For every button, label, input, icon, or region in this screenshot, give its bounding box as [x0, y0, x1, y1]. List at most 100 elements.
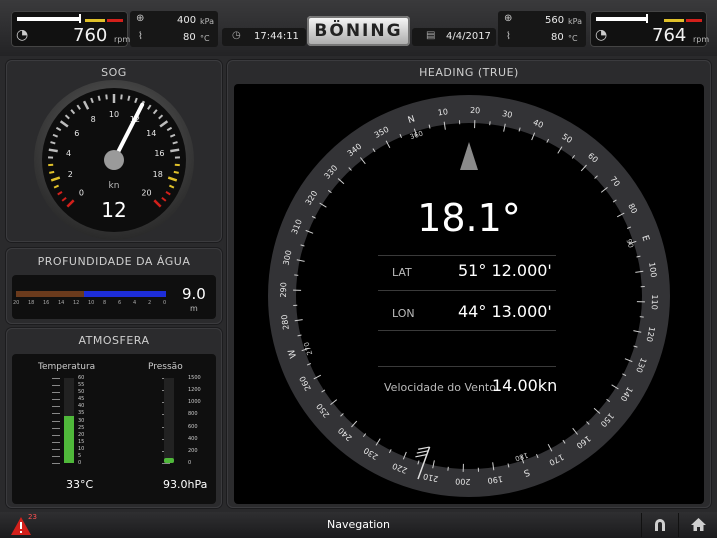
depth-gauge: 20 18 16 14 12 10 8 6 4 2 0 9.0 m [12, 275, 216, 319]
magnet-button[interactable] [641, 513, 678, 537]
sog-tick [49, 170, 55, 174]
magnet-icon [655, 519, 665, 531]
sog-tick [170, 148, 180, 153]
right-pressure-value: 560 [545, 15, 565, 26]
divider [378, 330, 556, 331]
atmosphere-title: ATMOSFERA [78, 334, 150, 347]
lon-value: 44° 13.000' [458, 302, 552, 321]
scale-label: 35 [78, 410, 85, 417]
scale-tick [52, 427, 60, 429]
sog-panel: SOG 02468101214161820 kn 12 [6, 60, 222, 242]
sog-tick-label: 8 [91, 115, 96, 124]
scale-label: 1500 [188, 375, 201, 381]
scale-label: 800 [188, 411, 198, 418]
scale-label: 1200 [188, 387, 201, 394]
clock-icon: ◷ [232, 30, 241, 41]
depth-title: PROFUNDIDADE DA ÁGUA [37, 255, 191, 268]
depth-scale-label: 6 [118, 300, 122, 306]
home-button[interactable] [678, 513, 717, 537]
depth-panel: PROFUNDIDADE DA ÁGUA 20 18 16 14 12 10 8 6 4 2 0 9… [6, 248, 222, 324]
scale-tick [52, 399, 60, 401]
sog-tick-label: 16 [154, 149, 164, 158]
oil-pressure-icon: ⊕ [504, 13, 513, 24]
temperature-label: Temperatura [38, 362, 96, 372]
right-engine-rpm-panel[interactable]: ◔ 764 rpm [590, 11, 710, 47]
scale-label: 55 [78, 382, 85, 389]
calendar-icon: ▤ [426, 30, 436, 41]
pressure-track [164, 378, 174, 463]
engine-icon: ◔ [16, 27, 29, 43]
left-pressure-unit: kPa [200, 17, 214, 26]
sog-tick-label: 6 [74, 129, 79, 138]
scale-tick [162, 463, 170, 464]
sog-tick [120, 94, 123, 100]
heading-title: HEADING (TRUE) [419, 66, 519, 79]
scale-label: 400 [188, 435, 198, 442]
left-temp-value: 80 [183, 32, 196, 43]
scale-tick [52, 413, 60, 415]
left-engine-rpm-panel[interactable]: ◔ 760 rpm [11, 11, 130, 47]
time-value: 17:44:11 [254, 31, 299, 42]
lon-label: LON [392, 307, 415, 320]
scale-tick [52, 463, 60, 464]
right-rpm-bar [596, 17, 646, 21]
depth-scale-label: 2 [148, 300, 152, 306]
sog-value: 12 [101, 198, 127, 222]
scale-label: 50 [78, 389, 85, 396]
sog-tick [50, 141, 56, 145]
coolant-temp-icon: ⌇ [506, 31, 511, 42]
sog-tick [173, 170, 179, 174]
brand-logo: BÖNING [307, 16, 410, 46]
bottom-bar: 23 Navegation [0, 512, 717, 538]
scale-label: 15 [78, 438, 85, 445]
left-pressure-value: 400 [177, 15, 197, 26]
divider [378, 255, 556, 256]
right-temp-value: 80 [551, 32, 564, 43]
depth-scale-label: 20 [13, 300, 20, 306]
depth-value: 9.0 [182, 285, 206, 303]
compass-label: 290 [279, 282, 289, 298]
left-temp-unit: °C [200, 34, 210, 43]
left-engine-pt-panel[interactable]: ⊕ 400 kPa ⌇ 80 °C [130, 11, 218, 47]
coolant-temp-icon: ⌇ [138, 31, 143, 42]
right-temp-unit: °C [568, 34, 578, 43]
scale-label: 30 [78, 417, 85, 424]
right-pressure-unit: kPa [568, 17, 582, 26]
sog-tick [127, 95, 131, 101]
temperature-value: 33°C [66, 478, 94, 491]
scale-label: 1000 [188, 399, 201, 406]
right-rpm-unit: rpm [693, 35, 710, 44]
heading-display: N 10 20 30 40 50 60 70 80 E 100 110 120 130 140 150 160 1… [234, 84, 704, 504]
oil-pressure-icon: ⊕ [136, 13, 145, 24]
lat-value: 51° 12.000' [458, 261, 552, 280]
sog-tick [172, 141, 178, 145]
pressure-fill [164, 457, 174, 463]
date-value: 4/4/2017 [446, 31, 491, 42]
sog-tick-label: 2 [68, 170, 73, 179]
scale-label: 20 [78, 431, 85, 438]
right-engine-pt-panel[interactable]: ⊕ 560 kPa ⌇ 80 °C [498, 11, 586, 47]
compass-label: 110 [650, 294, 660, 310]
time-panel: ◷ 17:44:11 [222, 28, 306, 46]
scale-label: 60 [78, 375, 85, 381]
depth-scale-label: 12 [73, 300, 80, 306]
heading-panel: HEADING (TRUE) N 10 20 30 40 50 60 70 80 E 100 110 1… [227, 60, 711, 508]
heading-value: 18.1° [417, 196, 521, 240]
sog-tick [48, 148, 58, 153]
scale-tick [52, 448, 60, 450]
atmosphere-panel: ATMOSFERA Temperatura Pressão 60 55 50 45 40… [6, 328, 222, 508]
page-title: Navegation [326, 518, 391, 531]
scale-label: 0 [78, 460, 82, 466]
left-rpm-value: 760 [73, 25, 108, 46]
lat-label: LAT [392, 266, 412, 279]
left-rpm-bar [17, 17, 79, 21]
pressure-value: 93.0hPa [163, 478, 208, 491]
sog-tick-label: 18 [153, 170, 163, 179]
depth-scale-label: 16 [43, 300, 50, 306]
depth-bar-fill [83, 291, 166, 297]
compass-label: 20 [470, 106, 480, 115]
sog-tick-label: 14 [146, 129, 156, 138]
sog-tick [97, 95, 101, 101]
scale-label: 5 [78, 452, 82, 459]
depth-scale-label: 0 [163, 300, 167, 306]
